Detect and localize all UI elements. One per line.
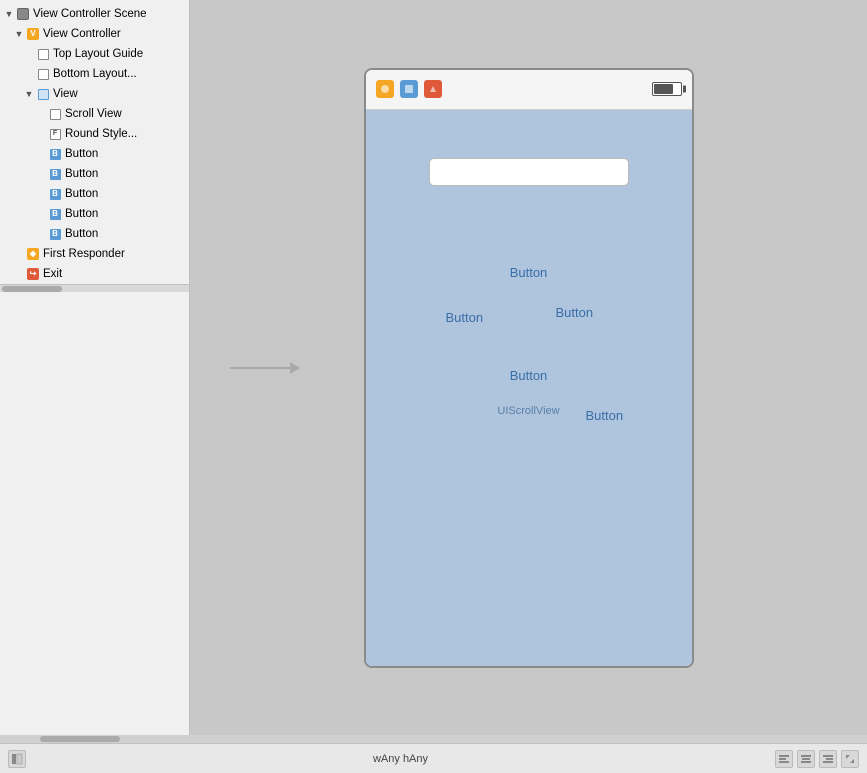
first-responder-icon: ◆ — [26, 247, 40, 261]
align-right-button[interactable] — [819, 750, 837, 768]
sidebar-item-scroll-view[interactable]: Scroll View — [0, 104, 189, 124]
canvas-button-right-lower[interactable]: Button — [586, 408, 624, 423]
sidebar-item-bottom-layout[interactable]: Bottom Layout... — [0, 64, 189, 84]
arrow-line — [230, 367, 290, 369]
sidebar-label-view-controller: View Controller — [43, 25, 121, 43]
sidebar-item-button-3[interactable]: B Button — [0, 184, 189, 204]
toggle-view-controller[interactable] — [14, 29, 24, 39]
canvas-button-left-mid[interactable]: Button — [446, 310, 484, 325]
align-left-button[interactable] — [775, 750, 793, 768]
phone-mockup: Button Button Button Button Button UIScr… — [364, 68, 694, 668]
size-class-label: wAny hAny — [373, 753, 428, 765]
scroll-view-canvas[interactable]: Button Button Button Button Button UIScr… — [366, 110, 692, 666]
sidebar-label-scroll-view: Scroll View — [65, 105, 122, 123]
top-layout-icon — [36, 47, 50, 61]
canvas-area: Button Button Button Button Button UIScr… — [190, 0, 867, 735]
resize-button[interactable] — [841, 750, 859, 768]
bottom-toolbar-left — [8, 750, 26, 768]
scene-icon — [16, 7, 30, 21]
sidebar-label-button-1: Button — [65, 145, 98, 163]
sidebar-label-button-3: Button — [65, 185, 98, 203]
button-1-icon: B — [48, 147, 62, 161]
align-center-button[interactable] — [797, 750, 815, 768]
battery-indicator — [652, 82, 682, 96]
toggle-view[interactable] — [24, 89, 34, 99]
sidebar-label-button-5: Button — [65, 225, 98, 243]
sidebar: View Controller Scene V View Controller … — [0, 0, 190, 735]
arrow-head — [290, 362, 300, 374]
phone-top-icons — [376, 80, 442, 98]
sidebar-label-bottom-layout: Bottom Layout... — [53, 65, 137, 83]
canvas-button-right-mid[interactable]: Button — [556, 305, 594, 320]
button-3-icon: B — [48, 187, 62, 201]
sidebar-label-view: View — [53, 85, 78, 103]
sidebar-scrollbar[interactable] — [0, 284, 189, 292]
button-4-icon: B — [48, 207, 62, 221]
sidebar-label-exit: Exit — [43, 265, 62, 283]
bottom-toolbar: wAny hAny — [0, 743, 867, 773]
sidebar-item-button-5[interactable]: B Button — [0, 224, 189, 244]
sidebar-label-first-responder: First Responder — [43, 245, 125, 263]
round-style-icon: F — [48, 127, 62, 141]
sidebar-label-button-4: Button — [65, 205, 98, 223]
sidebar-item-button-2[interactable]: B Button — [0, 164, 189, 184]
button-5-icon: B — [48, 227, 62, 241]
toggle-view-controller-scene[interactable] — [4, 9, 14, 19]
vc-orange-icon — [376, 80, 394, 98]
vc-icon: V — [26, 27, 40, 41]
panel-toggle-button[interactable] — [8, 750, 26, 768]
horizontal-scroll-thumb[interactable] — [40, 736, 120, 742]
horizontal-scrollbar[interactable] — [0, 735, 867, 743]
sidebar-item-top-layout-guide[interactable]: Top Layout Guide — [0, 44, 189, 64]
view-icon — [36, 87, 50, 101]
canvas-button-center-top[interactable]: Button — [510, 265, 548, 280]
arrow — [230, 362, 300, 374]
bottom-toolbar-right — [775, 750, 859, 768]
exit-icon: ↪ — [26, 267, 40, 281]
sidebar-label-top-layout-guide: Top Layout Guide — [53, 45, 143, 63]
sidebar-label-button-2: Button — [65, 165, 98, 183]
sidebar-item-button-4[interactable]: B Button — [0, 204, 189, 224]
sidebar-item-button-1[interactable]: B Button — [0, 144, 189, 164]
bottom-layout-icon — [36, 67, 50, 81]
size-class-text: wAny hAny — [373, 753, 428, 765]
sidebar-label-view-controller-scene: View Controller Scene — [33, 5, 147, 23]
battery-fill — [654, 84, 674, 94]
phone-top-bar — [366, 70, 692, 110]
sidebar-label-round-style: Round Style... — [65, 125, 137, 143]
sidebar-item-view-controller[interactable]: V View Controller — [0, 24, 189, 44]
sidebar-item-view[interactable]: View — [0, 84, 189, 104]
vc-blue-icon — [400, 80, 418, 98]
sidebar-item-first-responder[interactable]: ◆ First Responder — [0, 244, 189, 264]
button-2-icon: B — [48, 167, 62, 181]
text-field[interactable] — [429, 158, 629, 186]
sidebar-item-exit[interactable]: ↪ Exit — [0, 264, 189, 284]
sidebar-item-round-style[interactable]: F Round Style... — [0, 124, 189, 144]
canvas-button-center-lower[interactable]: Button — [510, 368, 548, 383]
vc-red-icon — [424, 80, 442, 98]
sidebar-item-view-controller-scene[interactable]: View Controller Scene — [0, 4, 189, 24]
uiscrollview-label: UIScrollView — [497, 405, 559, 417]
sidebar-scroll-thumb[interactable] — [2, 286, 62, 292]
scroll-view-icon — [48, 107, 62, 121]
